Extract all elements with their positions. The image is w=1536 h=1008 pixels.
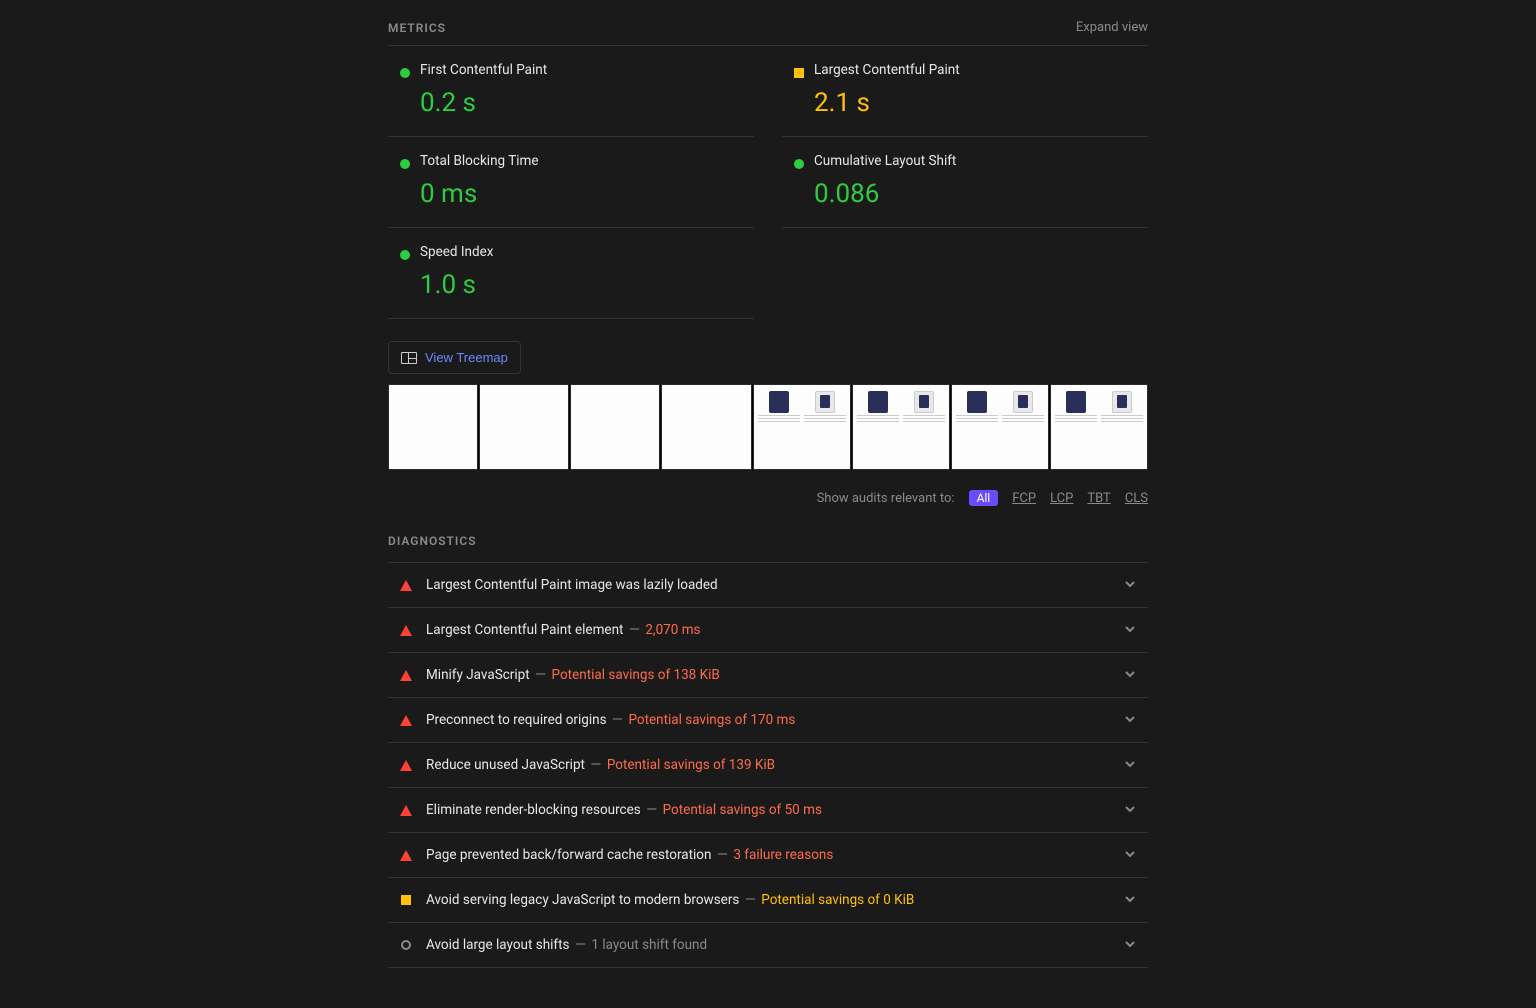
view-treemap-button[interactable]: View Treemap [388,341,521,374]
chevron-down-icon [1124,893,1136,908]
diagnostic-row[interactable]: Largest Contentful Paint element — 2,070… [388,608,1148,653]
diagnostic-title: Page prevented back/forward cache restor… [426,847,711,863]
metric-value: 0.086 [814,179,1148,209]
chevron-down-icon [1124,713,1136,728]
filmstrip-frame[interactable] [852,384,950,470]
metric-label: Speed Index [420,244,754,260]
warning-icon [400,760,412,771]
chevron-down-icon [1124,758,1136,773]
diagnostic-title: Eliminate render-blocking resources [426,802,641,818]
metric-item: Total Blocking Time 0 ms [388,137,754,228]
view-treemap-label: View Treemap [425,350,508,365]
metric-value: 2.1 s [814,88,1148,118]
audit-filter: Show audits relevant to: All FCP LCP TBT CLS [388,490,1148,506]
diagnostic-row[interactable]: Largest Contentful Paint image was lazil… [388,562,1148,608]
audit-filter-option[interactable]: FCP [1012,491,1036,506]
status-dot [400,159,410,169]
metric-item: First Contentful Paint 0.2 s [388,46,754,137]
metric-item: Largest Contentful Paint 2.1 s [782,46,1148,137]
diagnostic-title: Largest Contentful Paint image was lazil… [426,577,718,593]
warning-icon [400,625,412,636]
filmstrip-frame[interactable] [661,384,751,470]
info-icon [401,940,411,950]
chevron-down-icon [1124,623,1136,638]
diagnostic-detail: 3 failure reasons [733,847,833,863]
diagnostic-title: Reduce unused JavaScript [426,757,585,773]
status-dot [794,159,804,169]
audit-filter-option[interactable]: LCP [1050,491,1073,506]
metric-value: 0 ms [420,179,754,209]
diagnostic-row[interactable]: Page prevented back/forward cache restor… [388,833,1148,878]
warning-icon [400,850,412,861]
audit-filter-option[interactable]: TBT [1087,491,1110,506]
diagnostic-detail: Potential savings of 138 KiB [552,667,720,683]
metrics-header: METRICS Expand view [388,20,1148,46]
status-dot [400,68,410,78]
chevron-down-icon [1124,578,1136,593]
filmstrip-frame[interactable] [1050,384,1148,470]
warning-icon [400,670,412,681]
warning-icon [400,580,412,591]
filmstrip-frame[interactable] [479,384,569,470]
diagnostic-title: Minify JavaScript [426,667,530,683]
diagnostics-title: DIAGNOSTICS [388,534,1148,548]
diagnostic-row[interactable]: Avoid large layout shifts — 1 layout shi… [388,923,1148,968]
filmstrip [388,384,1148,470]
filmstrip-frame[interactable] [570,384,660,470]
metric-item: Cumulative Layout Shift 0.086 [782,137,1148,228]
diagnostic-detail: Potential savings of 170 ms [628,712,795,728]
metric-item: Speed Index 1.0 s [388,228,754,319]
warning-icon [400,715,412,726]
chevron-down-icon [1124,848,1136,863]
metric-label: First Contentful Paint [420,62,754,78]
chevron-down-icon [1124,803,1136,818]
diagnostic-detail: Potential savings of 50 ms [663,802,822,818]
filmstrip-frame[interactable] [951,384,1049,470]
diagnostic-row[interactable]: Eliminate render-blocking resources — Po… [388,788,1148,833]
audit-filter-label: Show audits relevant to: [817,491,955,506]
diagnostic-detail: 1 layout shift found [591,937,707,953]
status-dot [400,250,410,260]
metric-value: 0.2 s [420,88,754,118]
diagnostic-title: Avoid serving legacy JavaScript to moder… [426,892,739,908]
caution-icon [401,895,411,905]
diagnostic-row[interactable]: Preconnect to required origins — Potenti… [388,698,1148,743]
diagnostics-list: Largest Contentful Paint image was lazil… [388,562,1148,968]
warning-icon [400,805,412,816]
filmstrip-frame[interactable] [388,384,478,470]
diagnostic-detail: Potential savings of 0 KiB [761,892,914,908]
diagnostic-title: Largest Contentful Paint element [426,622,623,638]
chevron-down-icon [1124,938,1136,953]
metrics-title: METRICS [388,21,446,35]
diagnostic-title: Preconnect to required origins [426,712,607,728]
metrics-grid: First Contentful Paint 0.2 s Largest Conte… [388,46,1148,319]
audit-filter-option[interactable]: CLS [1125,491,1148,506]
diagnostic-title: Avoid large layout shifts [426,937,570,953]
metric-value: 1.0 s [420,270,754,300]
metric-label: Largest Contentful Paint [814,62,1148,78]
diagnostic-row[interactable]: Minify JavaScript — Potential savings of… [388,653,1148,698]
diagnostic-row[interactable]: Reduce unused JavaScript — Potential sav… [388,743,1148,788]
metric-label: Total Blocking Time [420,153,754,169]
treemap-icon [401,352,417,364]
diagnostic-detail: Potential savings of 139 KiB [607,757,775,773]
filmstrip-frame[interactable] [753,384,851,470]
audit-filter-option[interactable]: All [969,490,999,506]
metric-label: Cumulative Layout Shift [814,153,1148,169]
diagnostic-row[interactable]: Avoid serving legacy JavaScript to moder… [388,878,1148,923]
chevron-down-icon [1124,668,1136,683]
status-dot [794,68,804,78]
expand-view-link[interactable]: Expand view [1076,20,1148,35]
diagnostic-detail: 2,070 ms [645,622,700,638]
